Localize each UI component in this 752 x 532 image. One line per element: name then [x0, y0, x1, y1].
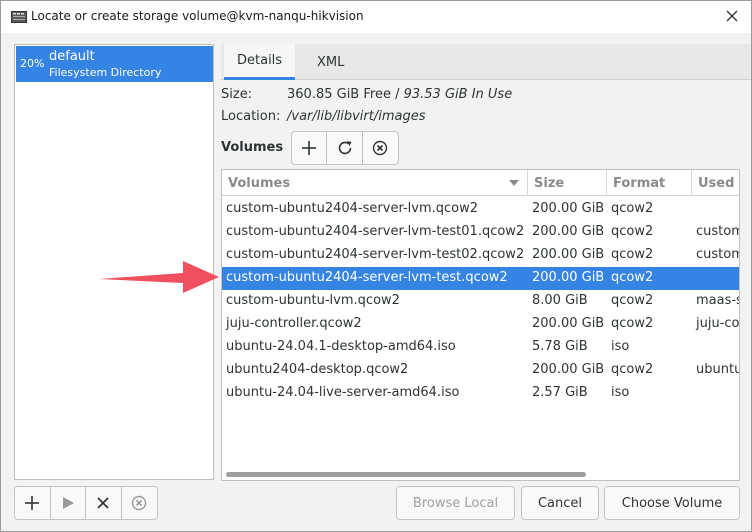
table-row[interactable]: ubuntu-24.04-live-server-amd64.iso 2.57 … [222, 382, 739, 405]
volume-format: qcow2 [611, 316, 654, 331]
close-icon[interactable] [721, 5, 743, 27]
volume-used-by: custom [696, 224, 740, 239]
volume-format: qcow2 [611, 293, 654, 308]
pool-name: default [49, 49, 95, 64]
column-header-used[interactable]: Used [692, 170, 739, 196]
table-row[interactable]: ubuntu2404-desktop.qcow2 200.00 GiB qcow… [222, 359, 740, 382]
dialog-window: Locate or create storage volume@kvm-nanq… [0, 0, 752, 532]
sort-down-icon [509, 180, 519, 186]
volumes-heading: Volumes [221, 140, 284, 155]
volume-format: qcow2 [611, 270, 654, 285]
table-row[interactable]: custom-ubuntu2404-server-lvm-test02.qcow… [222, 244, 740, 267]
volume-name: custom-ubuntu2404-server-lvm-test02.qcow… [226, 247, 525, 262]
pool-item-default[interactable]: 20% default Filesystem Directory [16, 46, 213, 82]
column-header-volumes[interactable]: Volumes [222, 170, 528, 196]
volume-size: 5.78 GiB [532, 339, 588, 354]
volume-used-by: custom [696, 247, 740, 262]
plus-icon [25, 496, 40, 510]
volume-name: ubuntu2404-desktop.qcow2 [226, 362, 409, 377]
volume-size: 200.00 GiB [532, 362, 605, 377]
size-separator: / [390, 87, 404, 102]
column-header-label: Volumes [228, 175, 291, 191]
horizontal-scrollbar[interactable] [226, 472, 586, 477]
tab-details[interactable]: Details [224, 44, 296, 80]
volumes-table: Volumes Size Format Used custom-ubuntu24… [221, 169, 740, 481]
volume-name: custom-ubuntu2404-server-lvm.qcow2 [226, 201, 479, 216]
table-row-selected[interactable]: custom-ubuntu2404-server-lvm-test.qcow2 … [222, 267, 739, 290]
volume-size: 200.00 GiB [532, 201, 605, 216]
volume-toolbar [291, 131, 399, 165]
add-pool-button[interactable] [15, 487, 51, 519]
delete-pool-button[interactable] [122, 487, 157, 519]
volume-size: 8.00 GiB [532, 293, 588, 308]
size-free: 360.85 GiB Free [287, 87, 391, 102]
choose-volume-button[interactable]: Choose Volume [604, 486, 740, 520]
volume-size: 2.57 GiB [532, 385, 588, 400]
volume-used-by: maas-s [696, 293, 740, 308]
volume-name: custom-ubuntu2404-server-lvm-test.qcow2 [226, 270, 508, 285]
location-label: Location: [221, 109, 281, 124]
table-header: Volumes Size Format Used [222, 170, 739, 196]
table-row[interactable]: ubuntu-24.04.1-desktop-amd64.iso 5.78 Gi… [222, 336, 739, 359]
window-title: Locate or create storage volume@kvm-nanq… [31, 9, 364, 23]
volume-used-by: juju-co [696, 316, 740, 331]
x-icon [97, 497, 109, 509]
title-bar: Locate or create storage volume@kvm-nanq… [1, 1, 751, 33]
volume-format: qcow2 [611, 247, 654, 262]
plus-icon [302, 141, 317, 155]
table-row[interactable]: juju-controller.qcow2 200.00 GiB qcow2 j… [222, 313, 740, 336]
annotation-arrow-icon [99, 261, 219, 293]
pool-details-panel: Details XML Size: 360.85 GiB Free / 93.53… [217, 44, 751, 482]
stop-pool-button[interactable] [86, 487, 122, 519]
pool-usage-percent: 20% [20, 57, 45, 70]
table-row[interactable]: custom-ubuntu2404-server-lvm-test01.qcow… [222, 221, 740, 244]
add-volume-button[interactable] [292, 132, 328, 164]
volume-format: qcow2 [611, 201, 654, 216]
start-pool-button[interactable] [51, 487, 86, 519]
refresh-volumes-button[interactable] [327, 132, 363, 164]
column-header-size[interactable]: Size [528, 170, 607, 196]
size-label: Size: [221, 87, 253, 102]
pool-toolbar [14, 486, 158, 520]
volume-name: ubuntu-24.04-live-server-amd64.iso [226, 385, 460, 400]
delete-circle-icon [132, 495, 147, 511]
tab-bar: Details XML [221, 44, 751, 80]
volume-size: 200.00 GiB [532, 224, 605, 239]
size-in-use: 93.53 GiB In Use [403, 87, 513, 102]
play-icon [62, 497, 74, 509]
volume-name: custom-ubuntu-lvm.qcow2 [226, 293, 400, 308]
pool-type: Filesystem Directory [49, 66, 162, 79]
location-row: Location: /var/lib/libvirt/images [221, 109, 426, 124]
delete-circle-icon [373, 140, 388, 156]
volume-name: juju-controller.qcow2 [226, 316, 362, 331]
column-header-format[interactable]: Format [607, 170, 692, 196]
volume-format: iso [611, 339, 630, 354]
volume-format: iso [611, 385, 630, 400]
volume-size: 200.00 GiB [532, 247, 605, 262]
cancel-button[interactable]: Cancel [521, 486, 599, 520]
delete-volume-button[interactable] [363, 132, 398, 164]
volume-format: qcow2 [611, 362, 654, 377]
table-row[interactable]: custom-ubuntu2404-server-lvm.qcow2 200.0… [222, 198, 739, 221]
table-row[interactable]: custom-ubuntu-lvm.qcow2 8.00 GiB qcow2 m… [222, 290, 740, 313]
tab-xml[interactable]: XML [304, 44, 357, 80]
refresh-icon [338, 141, 352, 155]
volume-size: 200.00 GiB [532, 270, 605, 285]
volume-name: custom-ubuntu2404-server-lvm-test01.qcow… [226, 224, 525, 239]
browse-local-button[interactable]: Browse Local [396, 486, 515, 520]
volume-format: qcow2 [611, 224, 654, 239]
volume-name: ubuntu-24.04.1-desktop-amd64.iso [226, 339, 456, 354]
volume-used-by: ubuntu [696, 362, 740, 377]
location-value: /var/lib/libvirt/images [287, 109, 426, 124]
size-row: Size: 360.85 GiB Free / 93.53 GiB In Use [221, 87, 512, 102]
volume-size: 200.00 GiB [532, 316, 605, 331]
virt-manager-icon [11, 11, 27, 23]
